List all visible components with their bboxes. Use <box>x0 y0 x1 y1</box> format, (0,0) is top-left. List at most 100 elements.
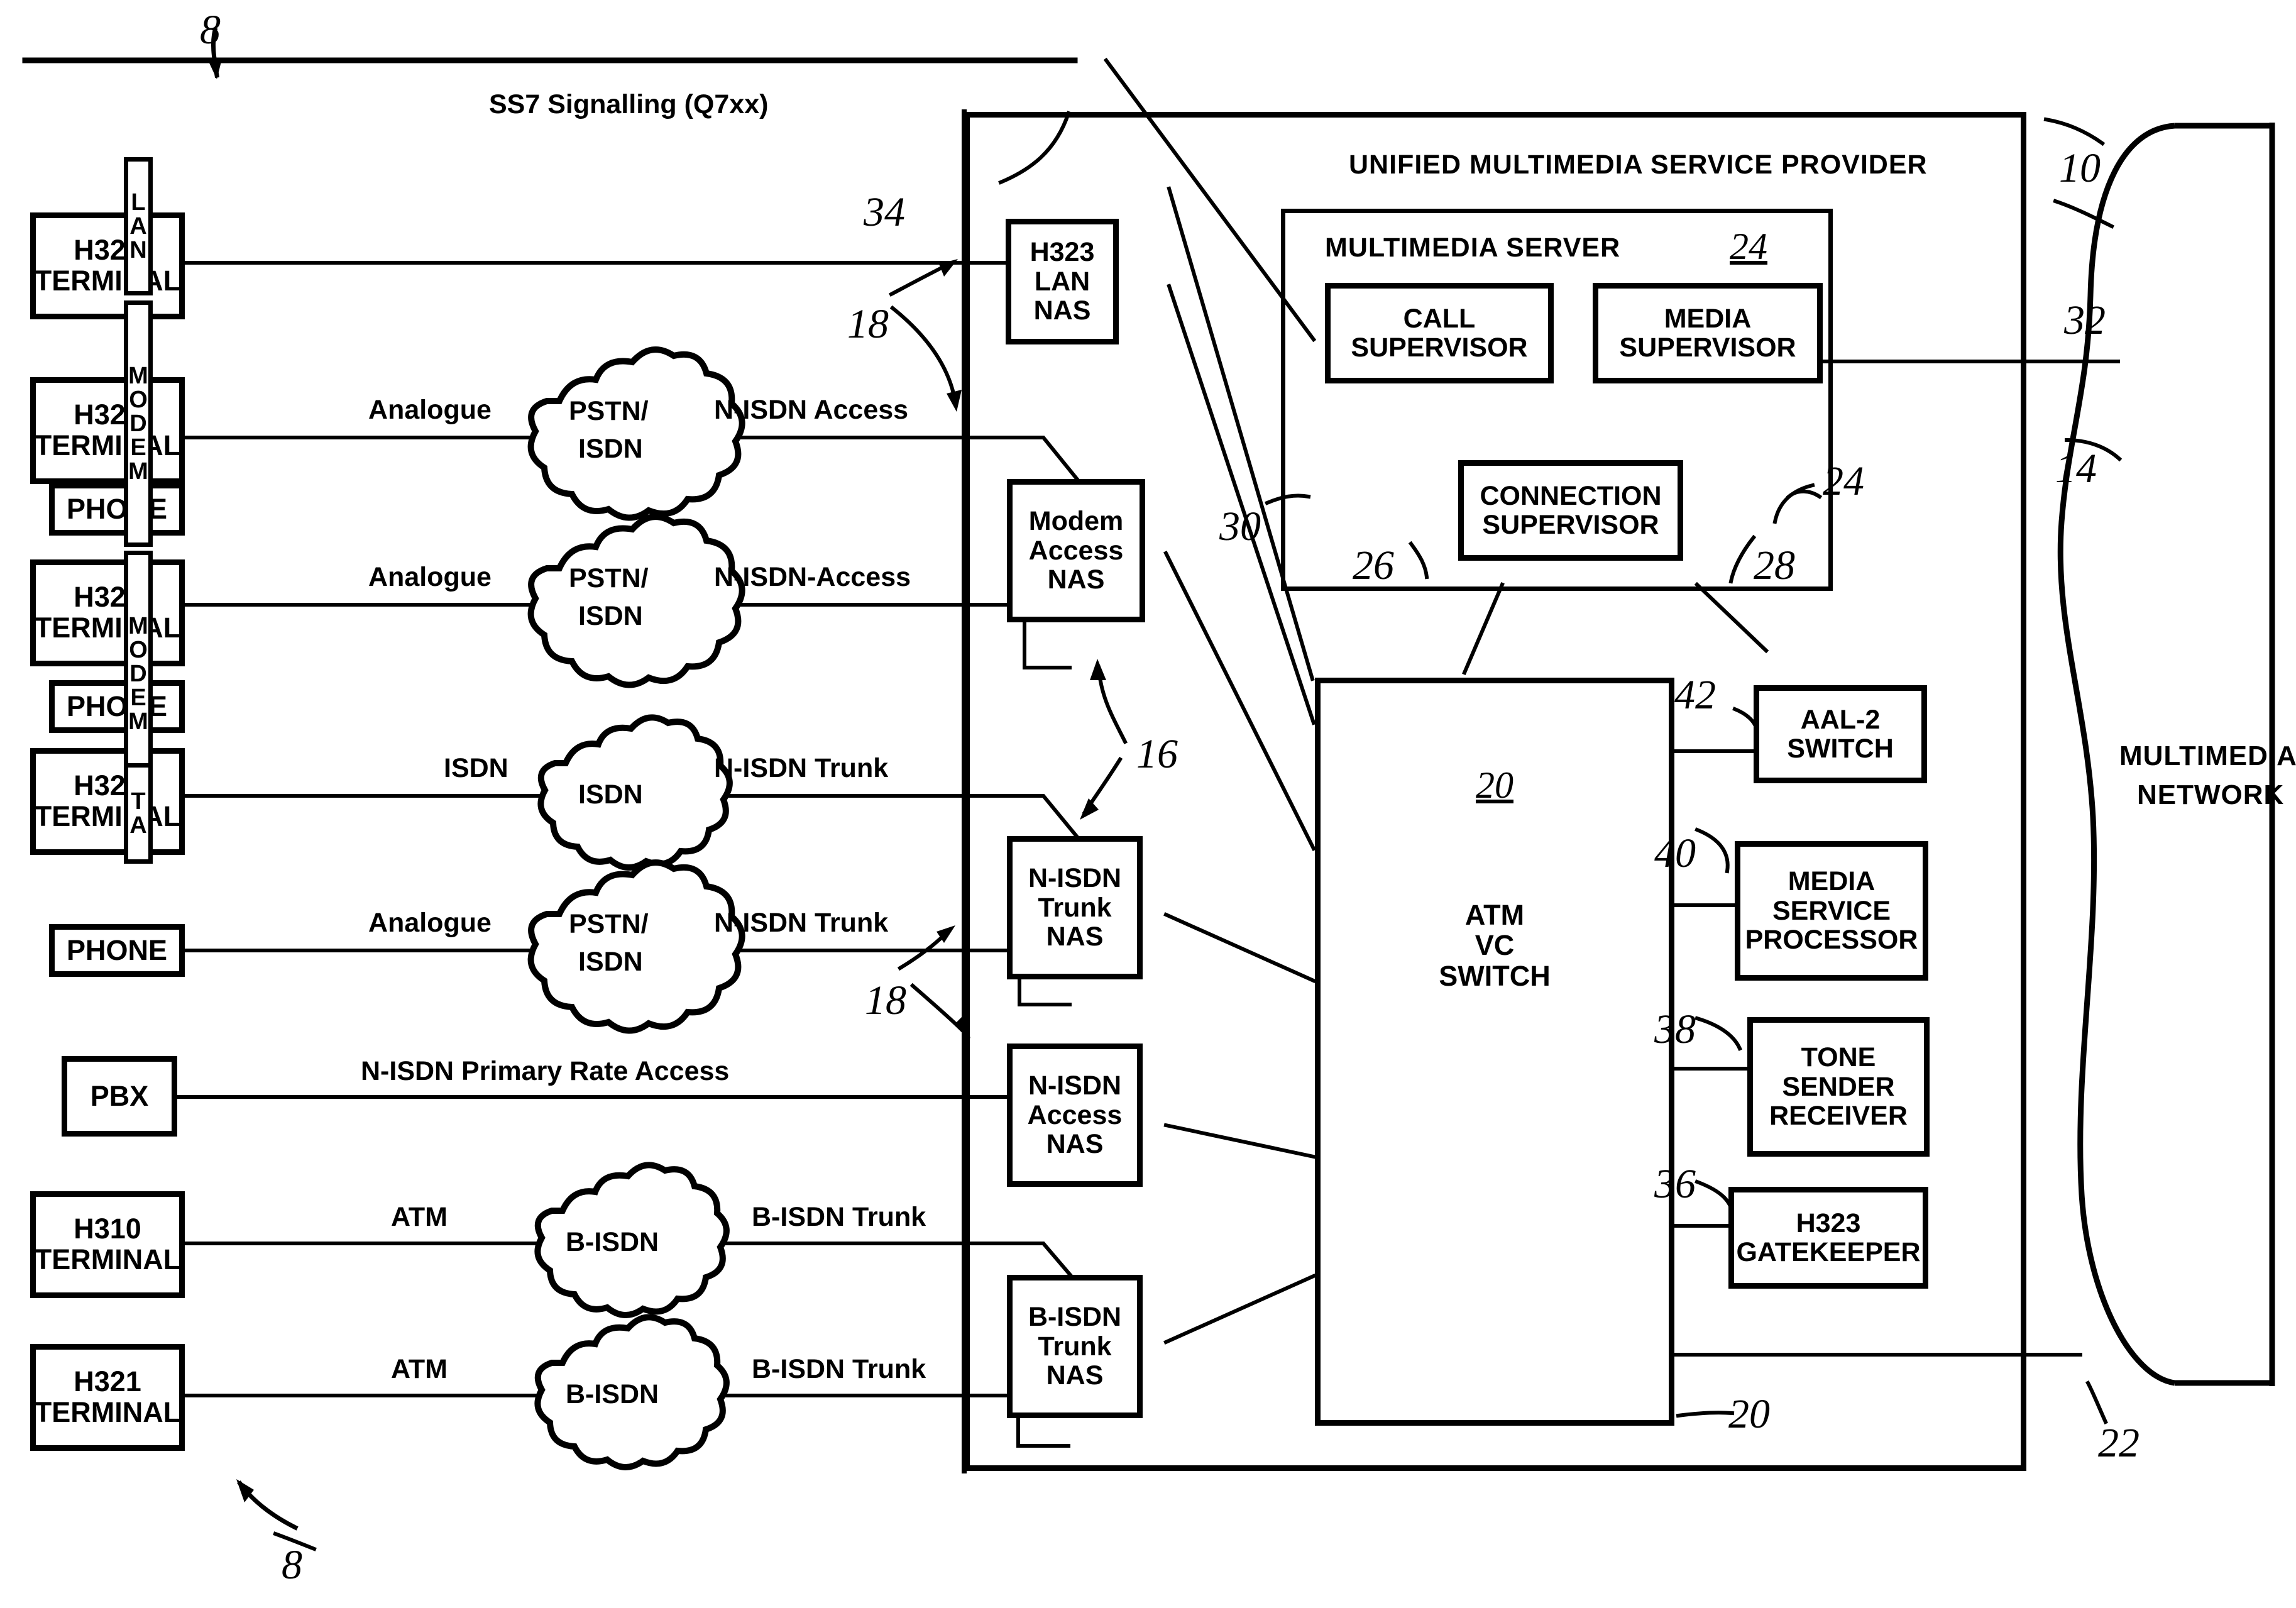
atm-line2: VC <box>1475 929 1515 962</box>
link-atm-2: ATM <box>391 1354 448 1384</box>
nas-line1: H323 <box>1030 237 1095 268</box>
ss7-signalling-label: SS7 Signalling (Q7xx) <box>489 89 769 119</box>
ref-30: 30 <box>1219 504 1261 549</box>
link-isdn: ISDN <box>444 753 508 783</box>
h321-terminal: H321 TERMINAL <box>30 1344 185 1451</box>
ref-22: 22 <box>2098 1420 2139 1466</box>
multimedia-network-line1: MULTIMEDIA <box>2119 741 2296 771</box>
nas-line2: Trunk <box>1038 1331 1112 1362</box>
phone-label: PHONE <box>66 933 168 966</box>
ref-34: 34 <box>864 189 905 235</box>
ref-8-bottom: 8 <box>282 1542 302 1588</box>
nas-line1: B-ISDN <box>1028 1302 1122 1333</box>
h323-gatekeeper-box: H323 GATEKEEPER <box>1728 1187 1928 1289</box>
nas-line3: NAS <box>1046 1129 1104 1160</box>
module-line3: RECEIVER <box>1769 1101 1908 1132</box>
cloud-isdn-line1: ISDN <box>578 779 643 810</box>
cloud-bisdn-2: B-ISDN <box>566 1379 659 1409</box>
nas-line1: N-ISDN <box>1028 1071 1122 1101</box>
link-nisdn-trunk-1: N-ISDN Trunk <box>714 753 889 783</box>
terminal-label-line2: TERMINAL <box>34 800 181 832</box>
nas-line3: NAS <box>1046 1360 1104 1391</box>
nas-line3: NAS <box>1046 922 1104 952</box>
module-line1: MEDIA <box>1788 866 1876 897</box>
module-line2: SERVICE <box>1772 895 1891 926</box>
cloud-pstn-isdn-3-line2: ISDN <box>578 947 643 977</box>
link-analogue-2: Analogue <box>368 562 492 592</box>
ref-18-top: 18 <box>847 301 889 347</box>
link-nisdn-trunk-2: N-ISDN Trunk <box>714 908 889 938</box>
module-line2: GATEKEEPER <box>1736 1237 1921 1267</box>
terminal-label-line2: TERMINAL <box>34 1396 181 1428</box>
ref-10: 10 <box>2059 145 2101 191</box>
cloud-pstn-isdn-2-line1: PSTN/ <box>569 563 649 593</box>
nas-nisdn-access: N-ISDN Access NAS <box>1007 1044 1143 1187</box>
aal2-switch-box: AAL-2 SWITCH <box>1754 685 1927 783</box>
nas-line2: Access <box>1028 535 1124 566</box>
ref-8-top: 8 <box>200 7 221 53</box>
ref-40: 40 <box>1654 830 1696 876</box>
media-supervisor-box: MEDIA SUPERVISOR <box>1593 283 1823 383</box>
nas-nisdn-trunk: N-ISDN Trunk NAS <box>1007 836 1143 979</box>
atm-line3: SWITCH <box>1439 959 1551 992</box>
module-line1: H323 <box>1796 1208 1861 1238</box>
lan-letter: L <box>131 189 146 216</box>
cloud-pstn-isdn-1-line2: ISDN <box>578 434 643 464</box>
terminal-label-line2: TERMINAL <box>34 1243 181 1275</box>
ref-24-server: 24 <box>1730 226 1767 267</box>
ref-18-mid: 18 <box>865 977 906 1023</box>
provider-title: UNIFIED MULTIMEDIA SERVICE PROVIDER <box>1349 150 1928 180</box>
nas-h323-lan: H323 LAN NAS <box>1006 219 1119 344</box>
link-bisdn-trunk-2: B-ISDN Trunk <box>752 1354 926 1384</box>
atm-line1: ATM <box>1464 898 1525 931</box>
h324-terminal: H324 TERMINAL <box>30 559 185 666</box>
nas-bisdn-trunk: B-ISDN Trunk NAS <box>1007 1275 1143 1418</box>
connection-supervisor-line2: SUPERVISOR <box>1482 510 1659 540</box>
nas-line3: NAS <box>1047 564 1105 595</box>
cloud-pstn-isdn-2-line2: ISDN <box>578 601 643 631</box>
nas-line2: Access <box>1027 1099 1123 1130</box>
h310-terminal: H310 TERMINAL <box>30 1191 185 1298</box>
ta-access-block: TA <box>124 763 153 864</box>
lan-access-block: L A N <box>124 157 153 295</box>
cloud-bisdn-1: B-ISDN <box>566 1227 659 1257</box>
h323-terminal-top: H323 TERMINAL <box>30 212 185 319</box>
ref-16: 16 <box>1136 731 1178 777</box>
pbx-box: PBX <box>62 1056 177 1137</box>
nas-line2: Trunk <box>1038 892 1112 923</box>
link-analogue-1: Analogue <box>368 395 492 425</box>
module-line2: SWITCH <box>1787 734 1894 764</box>
cloud-pstn-isdn-1-line1: PSTN/ <box>569 396 649 426</box>
call-supervisor-line2: SUPERVISOR <box>1351 333 1528 363</box>
connection-supervisor-line1: CONNECTION <box>1480 480 1662 511</box>
cloud-pstn-isdn-3-line1: PSTN/ <box>569 909 649 939</box>
phone-2: PHONE <box>49 680 185 733</box>
media-supervisor-line2: SUPERVISOR <box>1619 333 1796 363</box>
modem-access-block-2: MO DE M <box>124 551 153 797</box>
nas-line3: NAS <box>1033 295 1091 326</box>
pbx-label: PBX <box>90 1079 149 1112</box>
terminal-label-line2: TERMINAL <box>34 265 181 297</box>
link-bisdn-trunk-1: B-ISDN Trunk <box>752 1202 926 1232</box>
call-supervisor-box: CALL SUPERVISOR <box>1325 283 1554 383</box>
ref-26: 26 <box>1353 542 1394 588</box>
terminal-label-line1: H321 <box>74 1365 141 1398</box>
phone-3: PHONE <box>49 924 185 977</box>
module-line3: PROCESSOR <box>1745 925 1918 955</box>
module-line1: AAL-2 <box>1800 704 1881 735</box>
modem-access-block-1: MO DE M <box>124 300 153 547</box>
ref-32: 32 <box>2064 297 2106 343</box>
module-line1: TONE <box>1801 1042 1876 1073</box>
nas-line1: N-ISDN <box>1028 863 1122 894</box>
link-analogue-3: Analogue <box>368 908 492 938</box>
link-nisdn-access-2: N-ISDN-Access <box>714 562 911 592</box>
link-atm-1: ATM <box>391 1202 448 1232</box>
link-nisdn-access-1: N-ISDN Access <box>714 395 909 425</box>
nas-line2: LAN <box>1034 266 1090 297</box>
phone-1: PHONE <box>49 483 185 536</box>
ref-20-switch: 20 <box>1476 764 1513 806</box>
terminal-label-line2: TERMINAL <box>34 429 181 461</box>
multimedia-server-title: MULTIMEDIA SERVER <box>1325 233 1621 263</box>
ref-28: 28 <box>1754 542 1795 588</box>
terminal-label-line2: TERMINAL <box>34 612 181 644</box>
